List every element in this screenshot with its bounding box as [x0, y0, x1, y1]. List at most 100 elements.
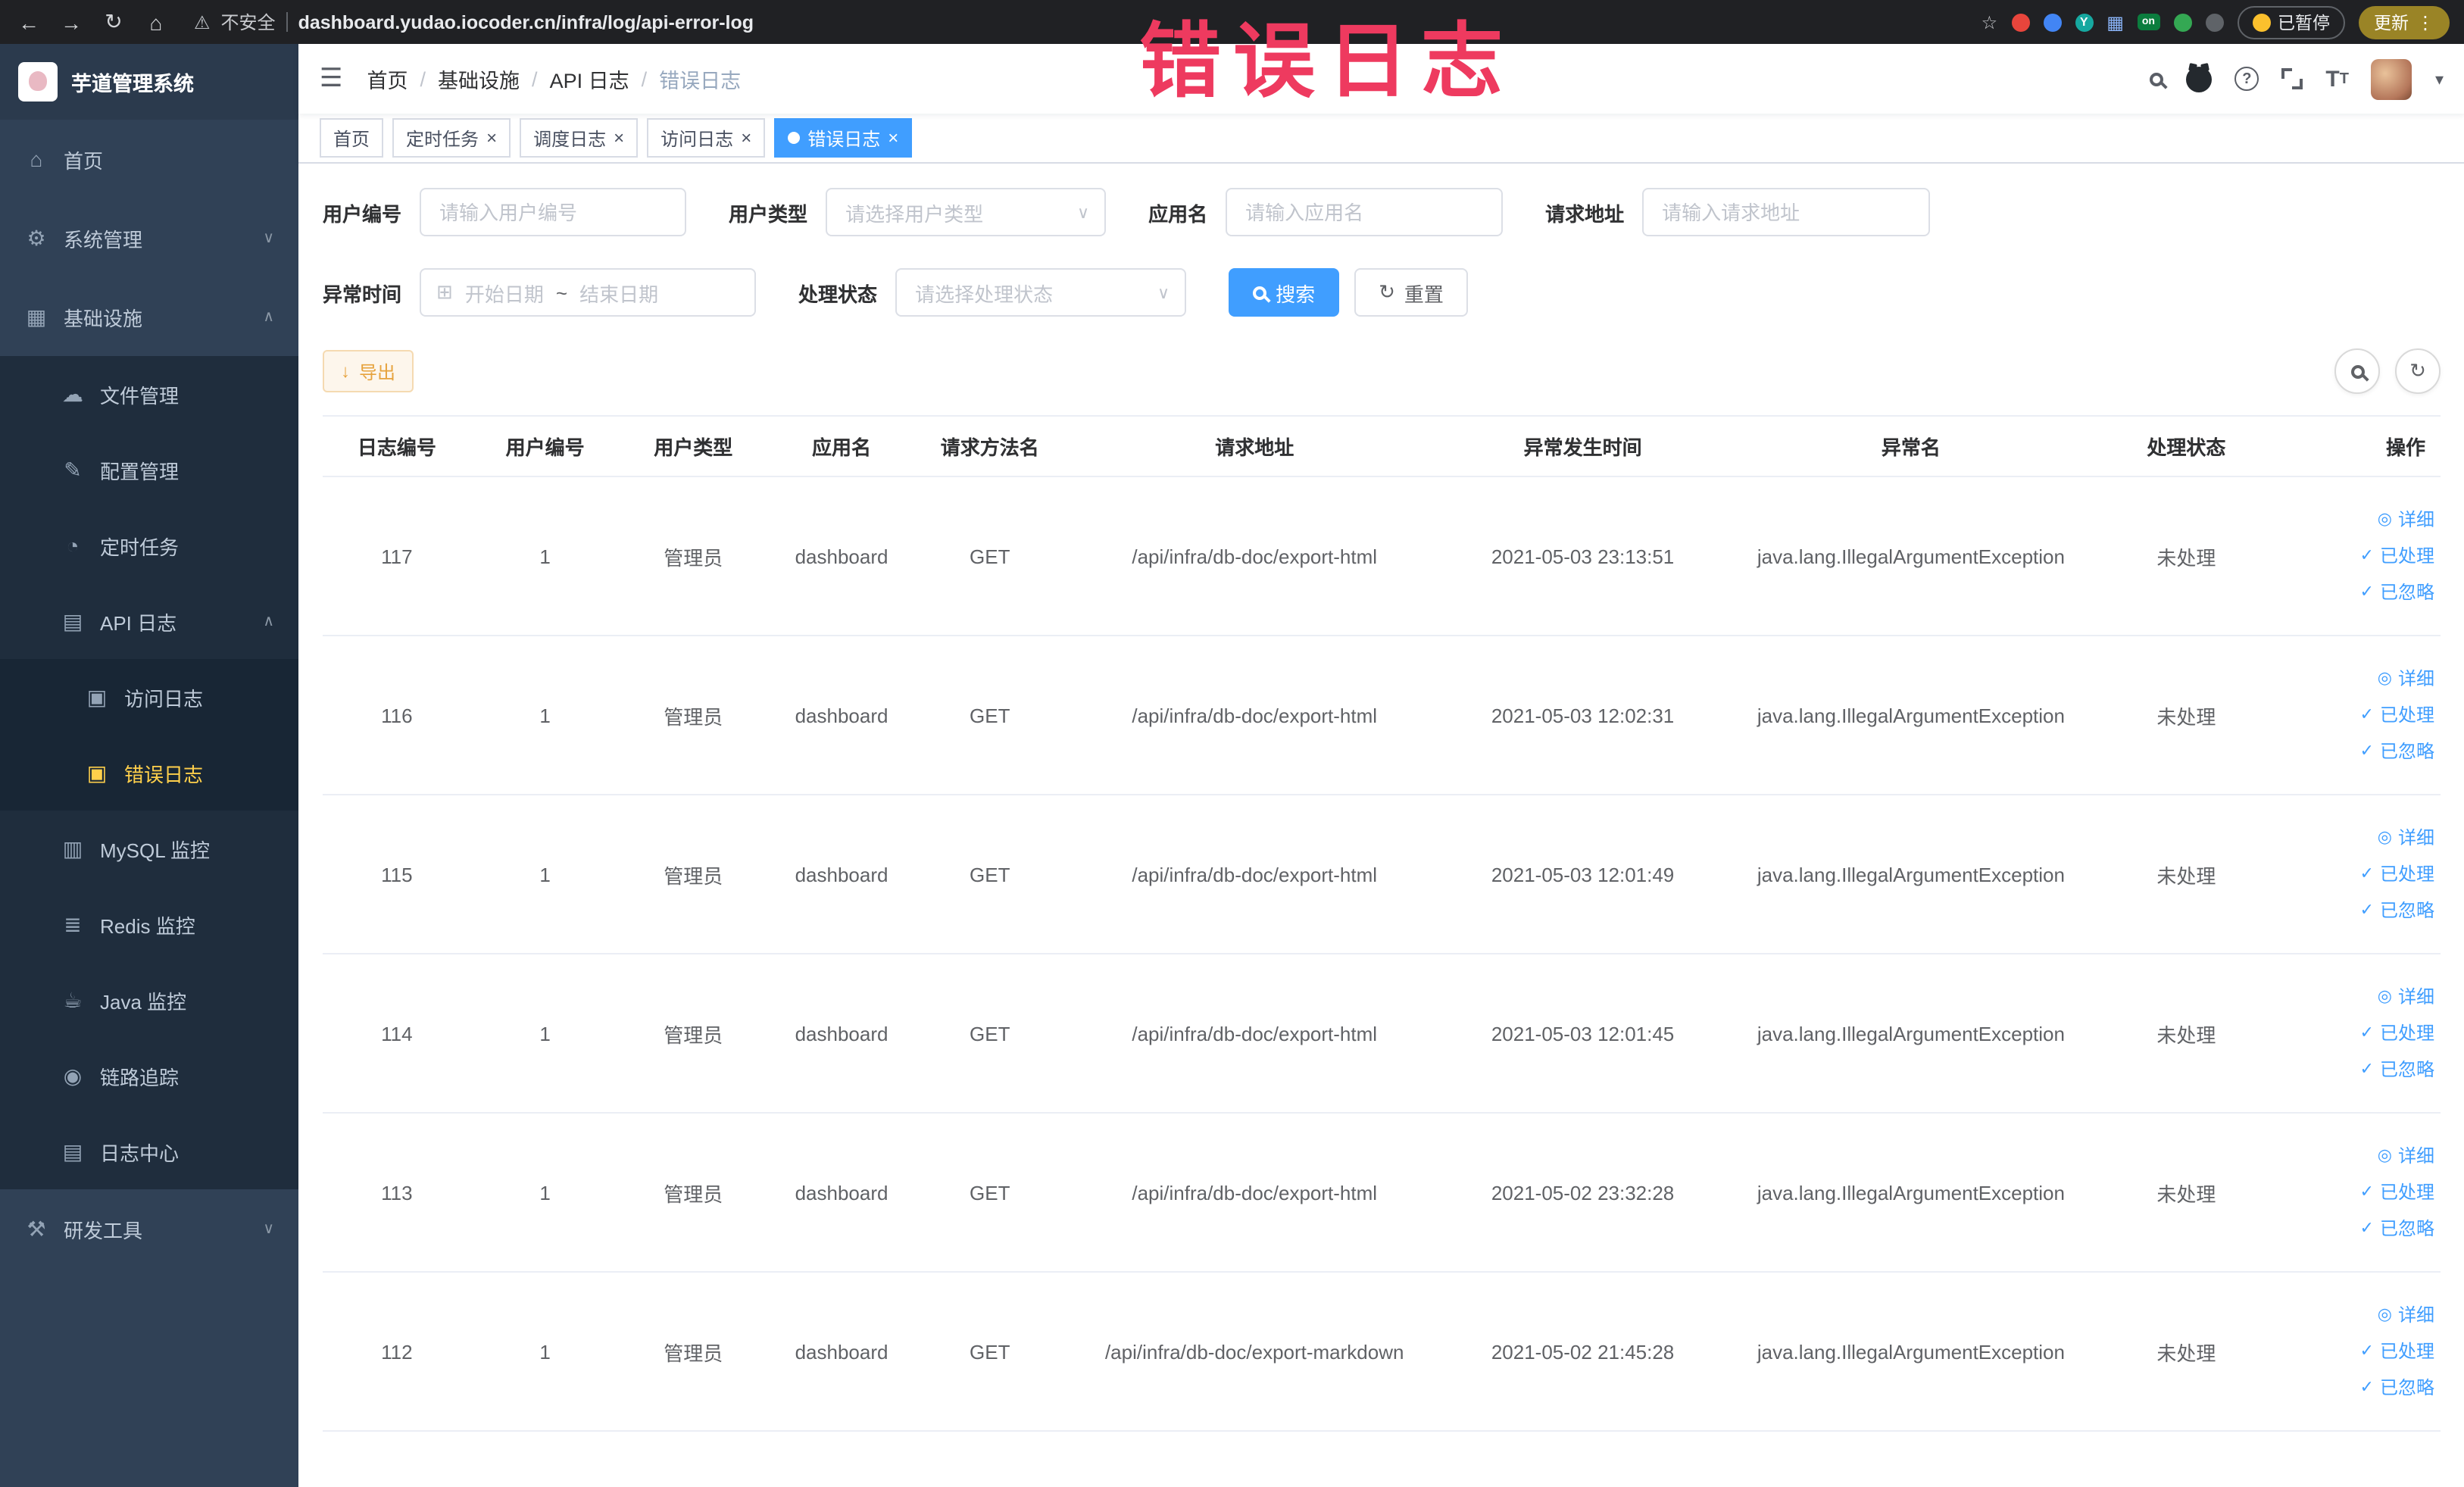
sidebar-item-config-mgmt[interactable]: ✎ 配置管理: [0, 432, 298, 508]
detail-link[interactable]: ◎ 详细: [2271, 820, 2434, 856]
detail-link[interactable]: ◎ 详细: [2271, 1138, 2434, 1174]
gear-icon: ⚙: [27, 225, 46, 249]
search-button[interactable]: 搜索: [1229, 268, 1340, 317]
back-button[interactable]: ←: [15, 10, 42, 34]
reset-button[interactable]: ↻ 重置: [1354, 268, 1468, 317]
breadcrumb-api-logs[interactable]: API 日志: [550, 64, 629, 94]
exception-time-range-picker[interactable]: ⊞ 开始日期 ~ 结束日期: [420, 268, 757, 317]
sidebar-item-access-log[interactable]: ▣ 访问日志: [0, 659, 298, 735]
forward-button[interactable]: →: [58, 10, 85, 34]
breadcrumb-infrastructure[interactable]: 基础设施: [438, 64, 520, 94]
cell-user-type: 管理员: [619, 1272, 768, 1432]
export-button[interactable]: ↓ 导出: [323, 350, 414, 392]
refresh-list-button[interactable]: ↻: [2395, 348, 2441, 394]
sidebar-toggle-icon[interactable]: ☰: [320, 64, 343, 94]
browser-extensions-area: ☆ Y ▦ on 已暂停 更新 ⋮: [1982, 5, 2450, 39]
user-type-select[interactable]: 请选择用户类型 ∨: [826, 188, 1107, 236]
sidebar-item-home[interactable]: ⌂ 首页: [0, 120, 298, 198]
browser-menu-icon[interactable]: ⋮: [2416, 11, 2434, 33]
github-icon[interactable]: [2186, 66, 2213, 92]
check-icon: ✓: [2359, 1342, 2374, 1360]
sidebar-item-system-mgmt[interactable]: ⚙ 系统管理 ∨: [0, 198, 298, 277]
mark-ignored-link[interactable]: ✓ 已忽略: [2271, 1051, 2434, 1088]
extension-icon-grid[interactable]: ▦: [2106, 11, 2124, 33]
sidebar-item-file-mgmt[interactable]: ☁ 文件管理: [0, 356, 298, 432]
cell-user-id: 1: [470, 954, 620, 1114]
sidebar-item-infrastructure[interactable]: ▦ 基础设施 ∧: [0, 277, 298, 356]
sidebar-item-java-monitor[interactable]: ☕ Java 监控: [0, 962, 298, 1038]
app-name-label: 应用名: [1148, 202, 1208, 225]
check-icon: ✓: [2359, 901, 2374, 920]
breadcrumb-home[interactable]: 首页: [367, 64, 408, 94]
app-name-input[interactable]: [1226, 188, 1504, 236]
tab-label: 调度日志: [533, 128, 607, 149]
close-icon[interactable]: ×: [486, 127, 497, 148]
browser-home-button[interactable]: ⌂: [142, 10, 170, 34]
detail-link[interactable]: ◎ 详细: [2271, 501, 2434, 538]
sidebar-item-log-center[interactable]: ▤ 日志中心: [0, 1114, 298, 1189]
app-logo[interactable]: 芋道管理系统: [0, 44, 298, 120]
reload-button[interactable]: ↻: [100, 9, 127, 35]
tab-error-log[interactable]: 错误日志 ×: [774, 118, 913, 158]
tab-access-log[interactable]: 访问日志 ×: [647, 118, 766, 158]
sidebar-item-redis-monitor[interactable]: ≣ Redis 监控: [0, 886, 298, 962]
sidebar-item-mysql-monitor[interactable]: ▥ MySQL 监控: [0, 811, 298, 886]
tab-home[interactable]: 首页: [320, 118, 384, 158]
sidebar-item-error-log[interactable]: ▣ 错误日志: [0, 735, 298, 811]
toggle-search-button[interactable]: [2334, 348, 2380, 394]
mark-processed-link[interactable]: ✓ 已处理: [2271, 856, 2434, 892]
cell-request-method: GET: [915, 1113, 1064, 1273]
close-icon[interactable]: ×: [614, 127, 624, 148]
mark-ignored-link[interactable]: ✓ 已忽略: [2271, 1370, 2434, 1406]
process-status-select[interactable]: 请选择处理状态 ∨: [895, 268, 1187, 317]
help-icon[interactable]: ?: [2234, 67, 2259, 91]
sidebar-item-dev-tools[interactable]: ⚒ 研发工具 ∨: [0, 1189, 298, 1268]
detail-link[interactable]: ◎ 详细: [2271, 979, 2434, 1015]
paused-label: 已暂停: [2278, 14, 2330, 33]
mark-ignored-link[interactable]: ✓ 已忽略: [2271, 1211, 2434, 1247]
extension-icon-on-badge[interactable]: on: [2137, 14, 2160, 30]
close-icon[interactable]: ×: [888, 127, 898, 148]
mark-processed-link[interactable]: ✓ 已处理: [2271, 697, 2434, 733]
mark-processed-link[interactable]: ✓ 已处理: [2271, 538, 2434, 574]
extension-icon-red[interactable]: [2011, 13, 2030, 31]
mark-ignored-link[interactable]: ✓ 已忽略: [2271, 733, 2434, 770]
tab-scheduled-jobs[interactable]: 定时任务 ×: [392, 118, 511, 158]
eye-icon: ◎: [2377, 1306, 2392, 1324]
mark-ignored-link[interactable]: ✓ 已忽略: [2271, 574, 2434, 611]
sidebar-item-scheduled-jobs[interactable]: ◔ 定时任务: [0, 508, 298, 583]
tags-view-bar: 首页 定时任务 × 调度日志 × 访问日志 × 错误日志 ×: [298, 114, 2464, 164]
close-icon[interactable]: ×: [741, 127, 751, 148]
bookmark-star-icon[interactable]: ☆: [1982, 11, 1998, 33]
cell-actions: ◎ 详细 ✓ 已处理 ✓ 已忽略: [2271, 1272, 2441, 1432]
sidebar-item-label: MySQL 监控: [100, 839, 210, 861]
search-icon[interactable]: [2150, 72, 2164, 86]
paused-button[interactable]: 已暂停: [2237, 5, 2345, 39]
extension-icon-teal[interactable]: Y: [2075, 13, 2094, 31]
cell-process-status: 未处理: [2101, 636, 2272, 795]
mark-ignored-link[interactable]: ✓ 已忽略: [2271, 892, 2434, 929]
mark-processed-link[interactable]: ✓ 已处理: [2271, 1174, 2434, 1211]
extension-icon-dark[interactable]: [2205, 13, 2223, 31]
mark-processed-link[interactable]: ✓ 已处理: [2271, 1015, 2434, 1051]
user-id-input[interactable]: [420, 188, 687, 236]
tab-dispatch-log[interactable]: 调度日志 ×: [520, 118, 639, 158]
sidebar-item-label: 基础设施: [64, 307, 143, 330]
grid-icon: ▦: [26, 304, 47, 328]
chevron-down-icon[interactable]: ▾: [2435, 69, 2444, 89]
mark-processed-link[interactable]: ✓ 已处理: [2271, 1333, 2434, 1370]
extension-icon-blue[interactable]: [2043, 13, 2062, 31]
cell-user-type: 管理员: [619, 954, 768, 1114]
user-avatar[interactable]: [2371, 58, 2412, 99]
sidebar-item-api-logs[interactable]: ▤ API 日志 ∧: [0, 583, 298, 659]
cell-exception-name: java.lang.IllegalArgumentException: [1720, 1272, 2102, 1432]
extension-icon-green[interactable]: [2173, 13, 2191, 31]
font-size-icon[interactable]: TT: [2325, 66, 2349, 92]
address-bar[interactable]: ⚠ 不安全 dashboard.yudao.iocoder.cn/infra/l…: [185, 9, 1966, 35]
update-button[interactable]: 更新 ⋮: [2359, 5, 2450, 39]
detail-link[interactable]: ◎ 详细: [2271, 1297, 2434, 1333]
sidebar-item-trace[interactable]: ◉ 链路追踪: [0, 1038, 298, 1114]
request-url-input[interactable]: [1642, 188, 1931, 236]
fullscreen-icon[interactable]: [2281, 68, 2303, 89]
detail-link[interactable]: ◎ 详细: [2271, 661, 2434, 697]
